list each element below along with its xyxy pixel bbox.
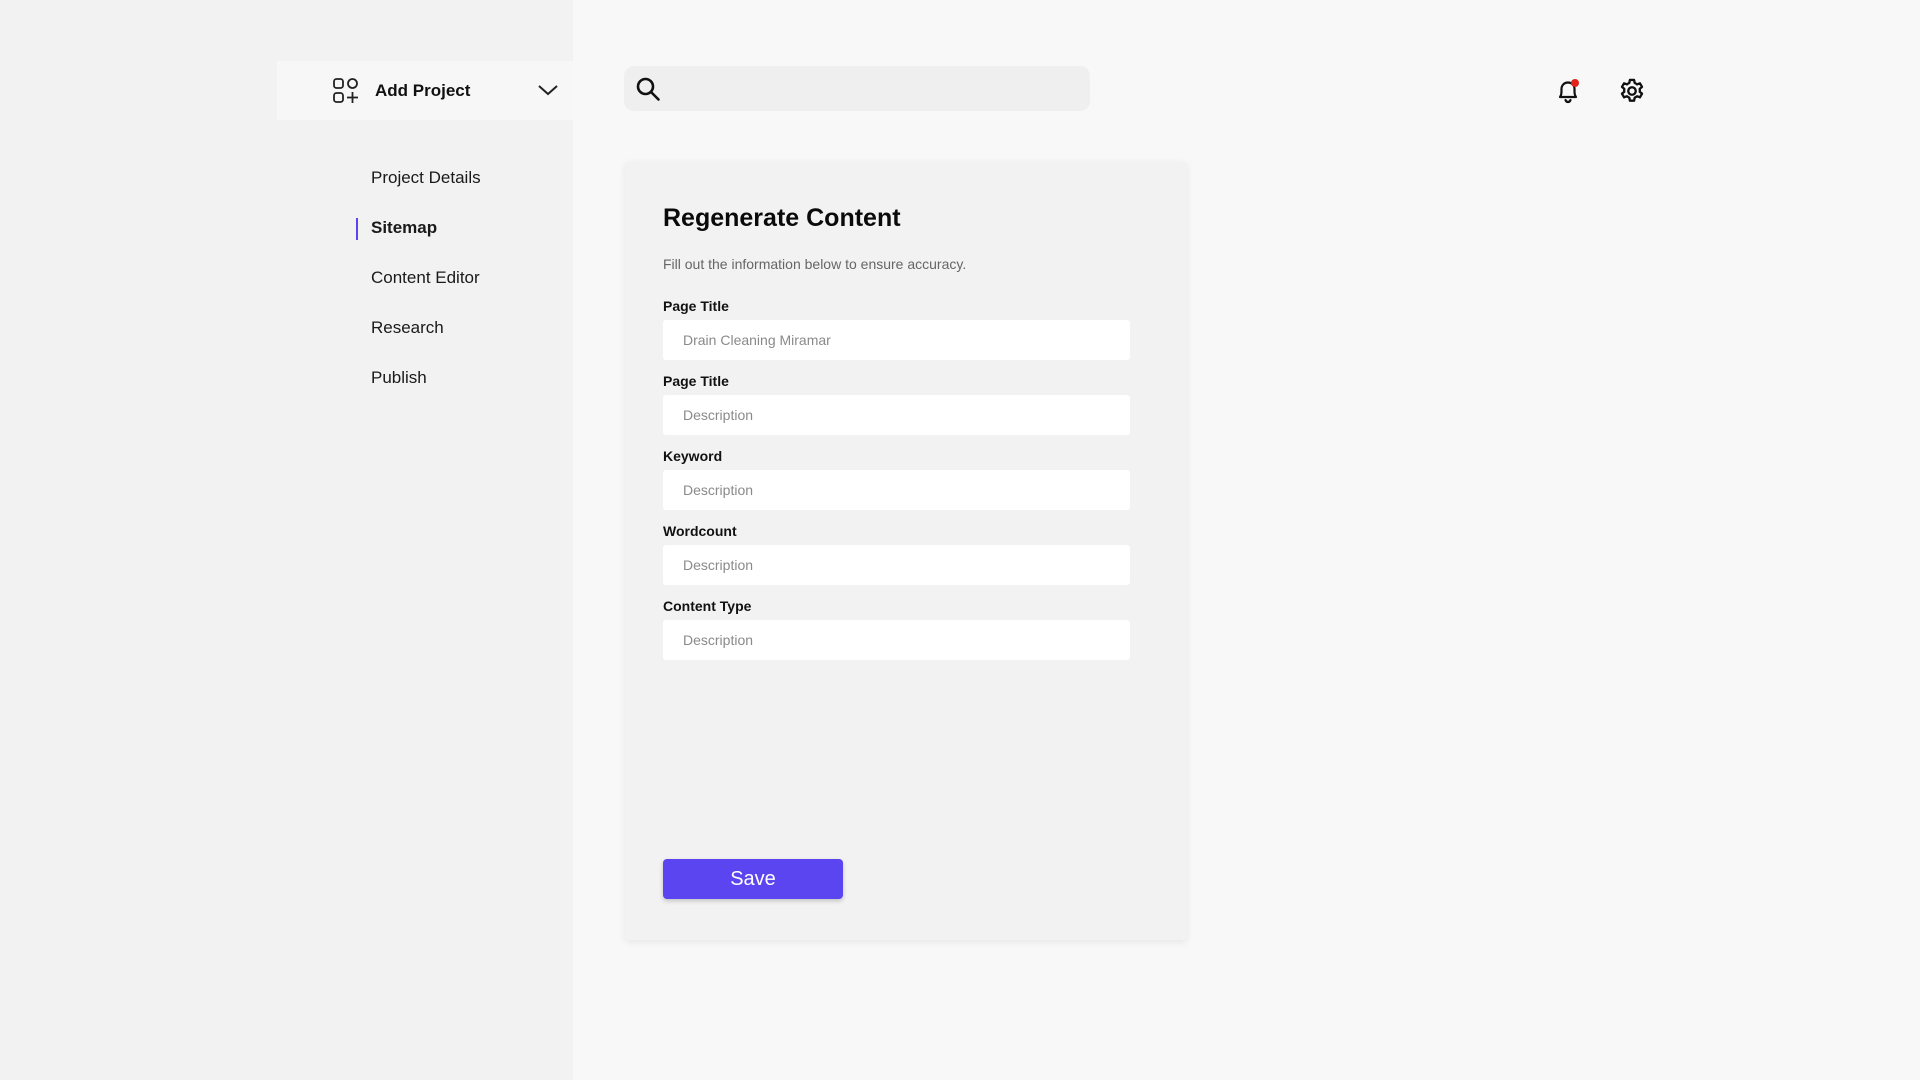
sidebar: Add Project Project Details Sitemap Cont…	[0, 0, 573, 1080]
page-title-input[interactable]	[663, 320, 1130, 360]
chevron-down-icon[interactable]	[537, 81, 559, 99]
sidebar-item-research[interactable]: Research	[371, 318, 444, 338]
panel-subtitle: Fill out the information below to ensure…	[663, 256, 967, 272]
search-input[interactable]	[671, 73, 1071, 104]
content-type-label: Content Type	[663, 598, 752, 614]
apps-add-icon	[332, 77, 360, 105]
sidebar-item-publish[interactable]: Publish	[371, 368, 427, 388]
bell-icon[interactable]	[1554, 77, 1582, 105]
active-nav-indicator	[356, 218, 358, 240]
sidebar-item-content-editor[interactable]: Content Editor	[371, 268, 480, 288]
add-project-label: Add Project	[375, 80, 471, 100]
notification-badge	[1571, 79, 1579, 87]
regenerate-content-panel: Regenerate Content Fill out the informat…	[625, 162, 1187, 940]
sidebar-item-project-details[interactable]: Project Details	[371, 168, 481, 188]
page-title-label: Page Title	[663, 298, 729, 314]
content-type-input[interactable]	[663, 620, 1130, 660]
sidebar-item-sitemap[interactable]: Sitemap	[371, 218, 437, 238]
save-button[interactable]: Save	[663, 859, 843, 899]
panel-title: Regenerate Content	[663, 204, 901, 232]
gear-icon[interactable]	[1618, 77, 1646, 105]
keyword-input[interactable]	[663, 470, 1130, 510]
wordcount-input[interactable]	[663, 545, 1130, 585]
page-title-2-input[interactable]	[663, 395, 1130, 435]
wordcount-label: Wordcount	[663, 523, 737, 539]
search-bar[interactable]	[624, 66, 1090, 111]
search-icon[interactable]	[635, 76, 661, 102]
page-title-2-label: Page Title	[663, 373, 729, 389]
add-project-dropdown[interactable]: Add Project	[277, 61, 573, 120]
keyword-label: Keyword	[663, 448, 723, 464]
